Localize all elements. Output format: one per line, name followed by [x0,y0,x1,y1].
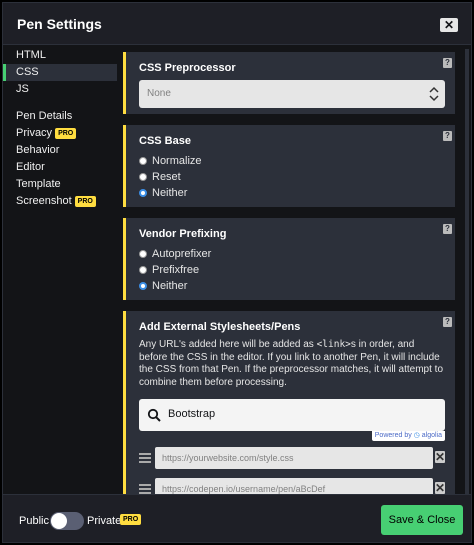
pro-badge: PRO [74,196,96,207]
radio-button[interactable] [139,266,147,274]
clear-url-icon[interactable]: ✕ [435,482,445,494]
radio-label: Normalize [152,155,202,167]
sidebar-item-editor[interactable]: Editor [3,159,117,176]
help-icon[interactable]: ? [443,317,452,327]
section-title: Vendor Prefixing [139,228,227,240]
save-close-button[interactable]: Save & Close [381,505,463,535]
css-base-section: ? CSS Base Normalize Reset Neither [123,125,455,207]
radio-button[interactable] [139,157,147,165]
sidebar-item-label: Template [16,178,61,190]
radio-reset[interactable]: Reset [139,169,445,185]
search-value: Bootstrap [168,408,216,420]
radio-label: Neither [152,280,188,292]
section-title: CSS Base [139,135,191,147]
modal-title: Pen Settings [17,16,102,32]
sidebar-item-html[interactable]: HTML [3,47,117,64]
radio-button[interactable] [139,250,147,258]
sidebar-item-label: JS [16,83,29,95]
pro-badge: PRO [55,128,77,139]
sidebar-item-js[interactable]: JS [3,81,117,98]
help-icon[interactable]: ? [443,224,452,234]
radio-label: Reset [152,171,181,183]
pen-settings-modal: Pen Settings ✕ HTML CSS JS Pen Details P… [2,2,472,543]
link-code: <link> [316,339,351,350]
sidebar-item-label: Privacy [16,127,53,139]
public-label: Public [19,515,49,527]
settings-content: ? CSS Preprocessor None ? CSS Base Norma… [123,49,471,495]
radio-label: Neither [152,187,188,199]
help-icon[interactable]: ? [443,131,452,141]
vendor-prefixing-section: ? Vendor Prefixing Autoprefixer Prefixfr… [123,218,455,300]
section-description: Any URL's added here will be added as <l… [139,339,444,388]
sidebar-item-label: CSS [16,66,39,78]
radio-normalize[interactable]: Normalize [139,153,445,169]
pro-badge: PRO [120,514,142,525]
select-arrows-icon [429,86,439,102]
close-button[interactable]: ✕ [440,18,458,32]
sidebar-item-pen-details[interactable]: Pen Details [3,108,117,125]
sidebar-item-label: Screenshot [16,195,72,207]
settings-sidebar: HTML CSS JS Pen Details Privacy PRO Behav… [3,47,117,210]
section-title: Add External Stylesheets/Pens [139,321,301,333]
sidebar-item-template[interactable]: Template [3,176,117,193]
sidebar-item-css[interactable]: CSS [3,64,117,81]
radio-button-checked[interactable] [139,189,147,197]
sidebar-item-screenshot[interactable]: Screenshot PRO [3,193,117,210]
sidebar-item-label: Pen Details [16,110,73,122]
private-label: Private [87,515,122,527]
sidebar-item-label: Behavior [16,144,60,156]
radio-button-checked[interactable] [139,282,147,290]
toggle-knob [51,513,67,529]
radio-button[interactable] [139,173,147,181]
radio-autoprefixer[interactable]: Autoprefixer [139,246,445,262]
modal-footer: Public Private PRO Save & Close [3,494,471,542]
radio-label: Autoprefixer [152,248,212,260]
preprocessor-select[interactable]: None [139,80,445,108]
css-preprocessor-section: ? CSS Preprocessor None [123,52,455,114]
radio-neither[interactable]: Neither [139,185,445,201]
sidebar-item-privacy[interactable]: Privacy PRO [3,125,117,142]
clear-url-icon[interactable]: ✕ [435,451,445,463]
section-title: CSS Preprocessor [139,62,236,74]
privacy-toggle[interactable] [50,512,84,530]
help-icon[interactable]: ? [443,58,452,68]
drag-handle-icon[interactable] [139,453,151,463]
url-row: https://codepen.io/username/pen/aBcDef ✕ [139,478,449,495]
algolia-icon: ◷ [413,432,420,439]
sidebar-item-label: HTML [16,49,46,61]
external-search-input[interactable]: Bootstrap Powered by ◷ algolia [139,399,445,441]
url-input[interactable]: https://codepen.io/username/pen/aBcDef [155,478,433,495]
url-input[interactable]: https://yourwebsite.com/style.css [155,447,433,469]
radio-neither[interactable]: Neither [139,278,445,294]
radio-prefixfree[interactable]: Prefixfree [139,262,445,278]
powered-by-algolia: Powered by ◷ algolia [371,431,445,441]
select-value: None [147,88,171,99]
drag-handle-icon[interactable] [139,484,151,494]
scrollbar[interactable] [465,49,469,495]
radio-label: Prefixfree [152,264,200,276]
sidebar-item-behavior[interactable]: Behavior [3,142,117,159]
modal-header: Pen Settings ✕ [3,3,471,45]
sidebar-item-label: Editor [16,161,45,173]
search-icon [147,408,161,422]
url-row: https://yourwebsite.com/style.css ✕ [139,447,449,471]
